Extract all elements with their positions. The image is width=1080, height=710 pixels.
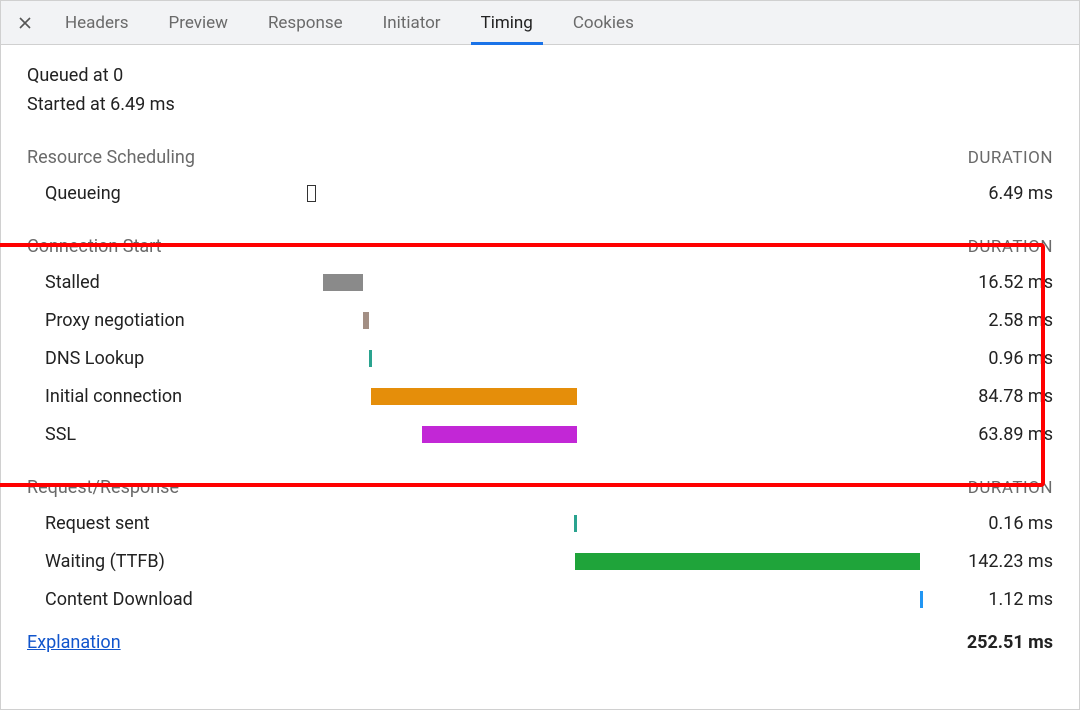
bar-ssl (422, 426, 577, 443)
total-duration: 252.51 ms (967, 632, 1053, 653)
bar-content-download (920, 591, 923, 608)
row-label: Content Download (27, 589, 307, 610)
duration-header: DURATION (968, 148, 1053, 168)
row-queueing: Queueing 6.49 ms (27, 174, 1053, 212)
row-value: 142.23 ms (923, 551, 1053, 572)
chart-track (307, 274, 923, 291)
chart-track (307, 312, 923, 329)
section-header-resource-scheduling: Resource Scheduling DURATION (27, 147, 1053, 168)
section-title: Request/Response (27, 477, 179, 498)
row-value: 63.89 ms (923, 424, 1053, 445)
bar-queueing (307, 185, 316, 202)
network-timing-panel: Headers Preview Response Initiator Timin… (0, 0, 1080, 710)
bar-dns (369, 350, 372, 367)
row-value: 6.49 ms (923, 183, 1053, 204)
section-title: Connection Start (27, 236, 162, 257)
row-dns-lookup: DNS Lookup 0.96 ms (27, 339, 1053, 377)
chart-track (307, 515, 923, 532)
section-header-request-response: Request/Response DURATION (27, 477, 1053, 498)
row-label: Waiting (TTFB) (27, 551, 307, 572)
bar-waiting (575, 553, 920, 570)
row-label: SSL (27, 424, 307, 445)
close-icon[interactable] (11, 9, 39, 37)
row-label: Proxy negotiation (27, 310, 307, 331)
chart-track (307, 553, 923, 570)
section-title: Resource Scheduling (27, 147, 195, 168)
tab-timing[interactable]: Timing (461, 1, 553, 45)
chart-track (307, 350, 923, 367)
tab-headers[interactable]: Headers (45, 1, 149, 45)
duration-header: DURATION (968, 237, 1053, 257)
row-label: Initial connection (27, 386, 307, 407)
row-content-download: Content Download 1.12 ms (27, 580, 1053, 618)
row-value: 0.16 ms (923, 513, 1053, 534)
bar-proxy (363, 312, 369, 329)
row-label: Queueing (27, 183, 307, 204)
row-stalled: Stalled 16.52 ms (27, 263, 1053, 301)
tab-response[interactable]: Response (248, 1, 363, 45)
chart-track (307, 388, 923, 405)
row-initial-connection: Initial connection 84.78 ms (27, 377, 1053, 415)
explanation-link[interactable]: Explanation (27, 632, 121, 653)
footer-row: Explanation 252.51 ms (27, 632, 1053, 653)
bar-initial-connection (371, 388, 577, 405)
row-label: Request sent (27, 513, 307, 534)
row-value: 0.96 ms (923, 348, 1053, 369)
row-request-sent: Request sent 0.16 ms (27, 504, 1053, 542)
started-at-text: Started at 6.49 ms (27, 94, 1053, 115)
tab-cookies[interactable]: Cookies (553, 1, 654, 45)
chart-track (307, 426, 923, 443)
tab-initiator[interactable]: Initiator (363, 1, 461, 45)
chart-track (307, 591, 923, 608)
tab-preview[interactable]: Preview (149, 1, 248, 45)
row-label: DNS Lookup (27, 348, 307, 369)
timing-body: Queued at 0 Started at 6.49 ms Resource … (1, 45, 1079, 709)
tab-bar: Headers Preview Response Initiator Timin… (1, 1, 1079, 45)
chart-track (307, 185, 923, 202)
duration-header: DURATION (968, 478, 1053, 498)
row-waiting-ttfb: Waiting (TTFB) 142.23 ms (27, 542, 1053, 580)
row-value: 2.58 ms (923, 310, 1053, 331)
row-proxy-negotiation: Proxy negotiation 2.58 ms (27, 301, 1053, 339)
row-value: 16.52 ms (923, 272, 1053, 293)
bar-request-sent (574, 515, 577, 532)
row-label: Stalled (27, 272, 307, 293)
bar-stalled (323, 274, 363, 291)
section-header-connection-start: Connection Start DURATION (27, 236, 1053, 257)
row-ssl: SSL 63.89 ms (27, 415, 1053, 453)
row-value: 1.12 ms (923, 589, 1053, 610)
row-value: 84.78 ms (923, 386, 1053, 407)
queued-at-text: Queued at 0 (27, 65, 1053, 86)
